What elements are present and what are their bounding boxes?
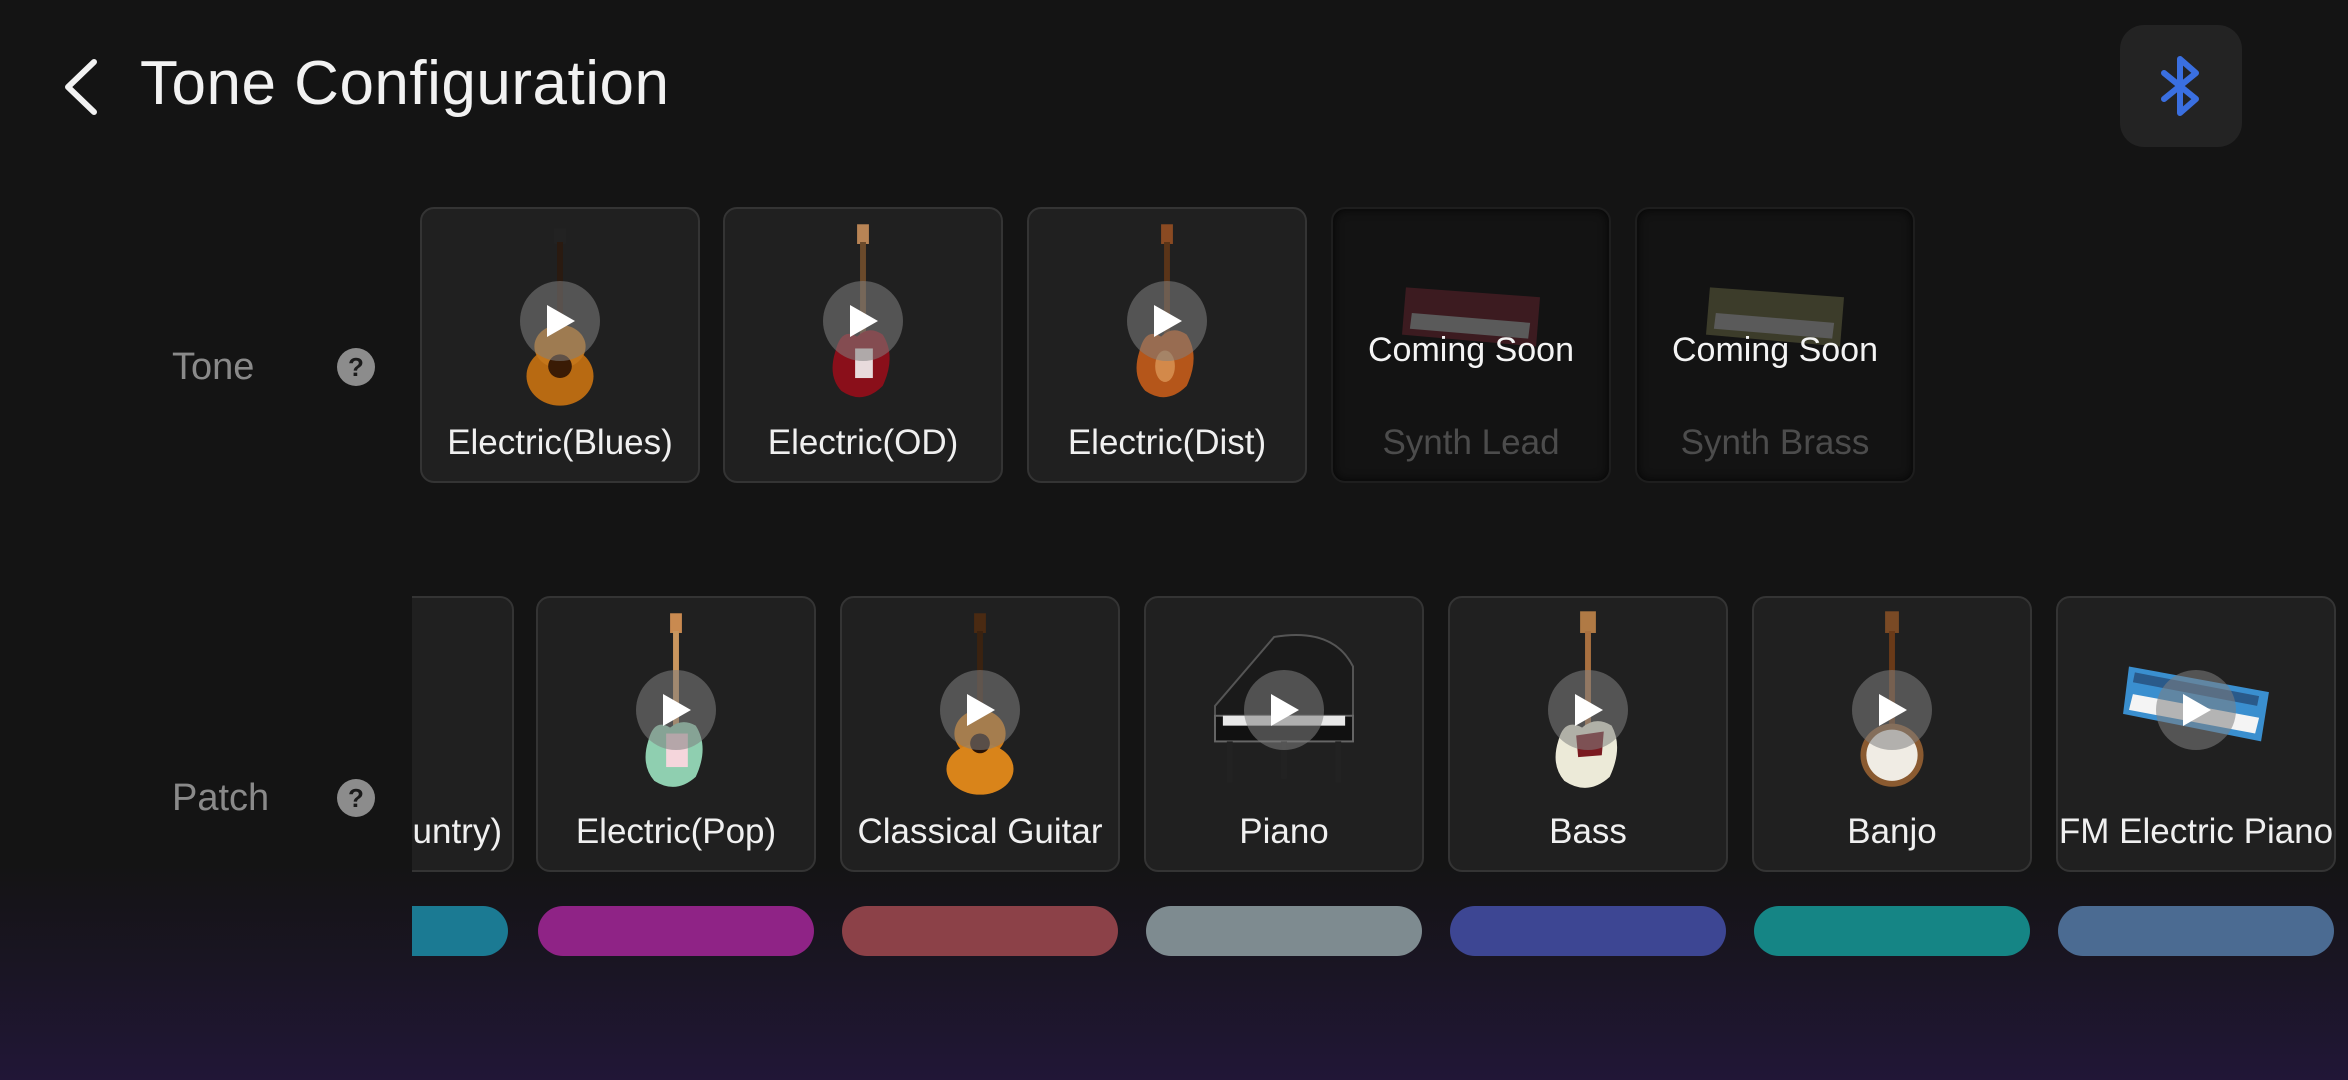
coming-soon-badge: Coming Soon bbox=[1367, 331, 1574, 369]
tone-card-label: Synth Lead bbox=[1382, 423, 1560, 462]
patch-color-pill[interactable] bbox=[1450, 906, 1726, 956]
tone-card-electric-od[interactable]: Electric(OD) bbox=[723, 207, 1003, 483]
patch-card-country[interactable]: untry) bbox=[412, 596, 514, 872]
play-icon bbox=[547, 305, 575, 337]
tone-card-label: Electric(OD) bbox=[767, 423, 959, 462]
patch-card-electric-pop[interactable]: Electric(Pop) bbox=[536, 596, 816, 872]
patch-color-pill[interactable] bbox=[1146, 906, 1422, 956]
play-icon bbox=[850, 305, 878, 337]
patch-color-pill[interactable] bbox=[538, 906, 814, 956]
play-preview-button[interactable] bbox=[2156, 670, 2236, 750]
header-bar: Tone Configuration bbox=[0, 0, 2348, 175]
patch-help-icon[interactable]: ? bbox=[337, 779, 375, 817]
bluetooth-button[interactable] bbox=[2120, 25, 2242, 147]
play-icon bbox=[1154, 305, 1182, 337]
tone-card-synth-brass: Coming Soon Synth Brass bbox=[1635, 207, 1915, 483]
patch-card-label: Banjo bbox=[1847, 812, 1937, 851]
tone-card-electric-blues[interactable]: Electric(Blues) bbox=[420, 207, 700, 483]
patch-card-classical-guitar[interactable]: Classical Guitar bbox=[840, 596, 1120, 872]
play-preview-button[interactable] bbox=[940, 670, 1020, 750]
patch-row-label: Patch bbox=[172, 777, 270, 819]
play-icon bbox=[663, 694, 691, 726]
play-icon bbox=[1575, 694, 1603, 726]
chevron-left-icon bbox=[65, 59, 97, 115]
synth-keyboard-icon bbox=[1706, 287, 1844, 347]
tone-card-label: Synth Brass bbox=[1680, 423, 1870, 462]
patch-color-pill[interactable] bbox=[2058, 906, 2334, 956]
back-button[interactable] bbox=[58, 52, 106, 122]
patch-card-label: untry) bbox=[412, 812, 502, 851]
tone-card-synth-lead: Coming Soon Synth Lead bbox=[1331, 207, 1611, 483]
play-preview-button[interactable] bbox=[636, 670, 716, 750]
patch-card-bass[interactable]: Bass bbox=[1448, 596, 1728, 872]
tone-row-label: Tone bbox=[172, 346, 255, 388]
patch-card-banjo[interactable]: Banjo bbox=[1752, 596, 2032, 872]
play-preview-button[interactable] bbox=[520, 281, 600, 361]
play-preview-button[interactable] bbox=[1548, 670, 1628, 750]
patch-card-label: Classical Guitar bbox=[857, 812, 1103, 851]
play-icon bbox=[1879, 694, 1907, 726]
patch-card-piano[interactable]: Piano bbox=[1144, 596, 1424, 872]
play-icon bbox=[1271, 694, 1299, 726]
tone-card-label: Electric(Dist) bbox=[1067, 423, 1267, 462]
patch-carousel[interactable]: untry) Electric(Pop) Classical Guitar Pi… bbox=[412, 590, 2348, 970]
play-icon bbox=[2183, 694, 2211, 726]
page-title: Tone Configuration bbox=[140, 49, 670, 118]
synth-keyboard-icon bbox=[1402, 287, 1540, 347]
play-icon bbox=[967, 694, 995, 726]
tone-help-icon[interactable]: ? bbox=[337, 348, 375, 386]
play-preview-button[interactable] bbox=[823, 281, 903, 361]
coming-soon-badge: Coming Soon bbox=[1671, 331, 1878, 369]
bluetooth-icon bbox=[2161, 56, 2199, 116]
patch-card-label: Piano bbox=[1239, 812, 1329, 851]
patch-card-fm-electric-piano[interactable]: FM Electric Piano bbox=[2056, 596, 2336, 872]
patch-color-pill[interactable] bbox=[412, 906, 508, 956]
tone-card-electric-dist[interactable]: Electric(Dist) bbox=[1027, 207, 1307, 483]
patch-color-pill[interactable] bbox=[842, 906, 1118, 956]
play-preview-button[interactable] bbox=[1127, 281, 1207, 361]
play-preview-button[interactable] bbox=[1244, 670, 1324, 750]
tone-card-label: Electric(Blues) bbox=[447, 423, 673, 462]
patch-card-label: FM Electric Piano bbox=[2058, 812, 2334, 851]
patch-card-label: Bass bbox=[1549, 812, 1627, 851]
play-preview-button[interactable] bbox=[1852, 670, 1932, 750]
patch-card-label: Electric(Pop) bbox=[575, 812, 777, 851]
patch-color-pill[interactable] bbox=[1754, 906, 2030, 956]
